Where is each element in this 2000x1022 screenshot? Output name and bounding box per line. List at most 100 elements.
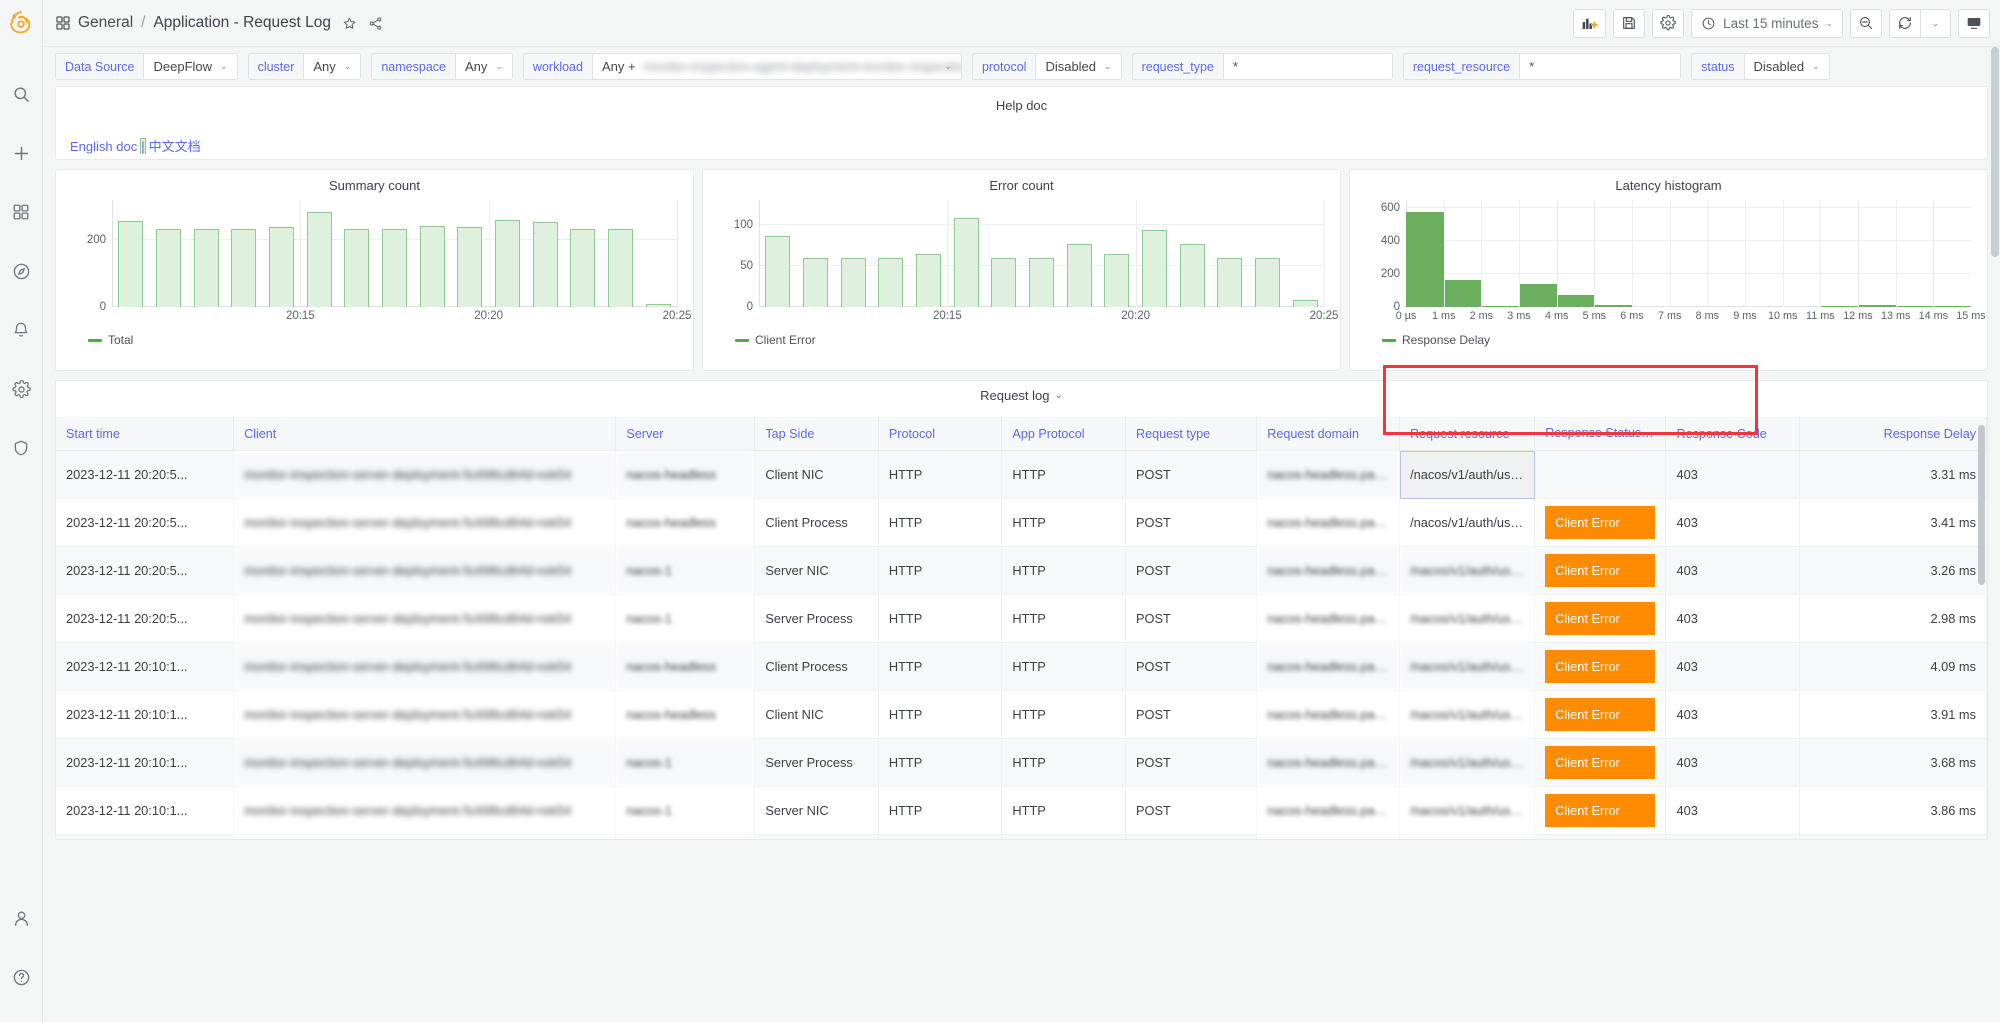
bar[interactable] [645, 304, 671, 307]
table-row[interactable]: 2023-12-11 20:10:1... monitor-inspection-… [56, 786, 1987, 835]
bar-slot[interactable] [1670, 200, 1708, 307]
cell-app_protocol[interactable]: HTTP [1001, 498, 1126, 547]
cell-response_delay[interactable]: 4.09 ms [1799, 642, 1987, 691]
bar[interactable] [1255, 257, 1280, 307]
bar-slot[interactable] [1098, 200, 1136, 307]
table-row[interactable]: 2023-12-11 20:10:1... monitor-inspection-… [56, 690, 1987, 739]
table-header-client[interactable]: Client [233, 417, 617, 451]
dashboard-settings-button[interactable] [1652, 8, 1685, 38]
table-header-response_status[interactable]: Response Status ↑ [1534, 417, 1667, 451]
bar[interactable] [1104, 254, 1130, 307]
cell-request_resource[interactable]: /nacos/v1/auth/use... [1399, 690, 1536, 739]
bar[interactable] [1895, 305, 1934, 307]
bar-slot[interactable] [1406, 200, 1444, 307]
star-icon[interactable] [342, 16, 357, 31]
status-badge[interactable]: Client Error [1545, 650, 1656, 683]
bar[interactable] [193, 229, 219, 307]
bar-slot[interactable] [187, 200, 225, 307]
table-header-start_time[interactable]: Start time [56, 417, 235, 451]
bar[interactable] [419, 225, 445, 307]
cell-client[interactable]: monitor-inspection-server-deployment-5c6… [233, 594, 617, 643]
bar[interactable] [118, 220, 144, 307]
variable-control[interactable]: Any ⌄ [303, 53, 362, 80]
alerting-icon[interactable] [4, 310, 38, 350]
bar[interactable] [570, 229, 596, 307]
cell-request_resource[interactable]: /nacos/v1/auth/use... [1399, 786, 1536, 835]
cell-response_delay[interactable]: 3.26 ms [1799, 546, 1987, 595]
bar-slot[interactable] [1820, 200, 1859, 307]
bar-slot[interactable] [263, 200, 301, 307]
bar[interactable] [1820, 305, 1859, 307]
cell-response_status[interactable]: Client Error [1534, 642, 1667, 691]
bar-slot[interactable] [1211, 200, 1249, 307]
help-icon[interactable] [4, 957, 38, 997]
cell-client[interactable]: monitor-inspection-server-deployment-5c6… [233, 690, 617, 739]
cell-app_protocol[interactable]: HTTP [1001, 834, 1126, 839]
cell-request_domain[interactable]: nacos-headless.paa... [1256, 642, 1401, 691]
cell-request_resource[interactable]: /nacos/v1/auth/users/login?username=naco… [1399, 450, 1536, 499]
english-doc-link[interactable]: English doc [70, 139, 137, 154]
bar-slot[interactable] [1173, 200, 1211, 307]
table-row[interactable]: 2023-12-11 20:20:5...monitor-inspection-… [56, 546, 1987, 595]
cell-app_protocol[interactable]: HTTP [1001, 786, 1126, 835]
variable-request-resource[interactable]: request_resource * [1402, 53, 1682, 80]
bar-slot[interactable] [1632, 200, 1670, 307]
filter-icon[interactable] [1652, 427, 1662, 441]
cell-request_domain[interactable]: nacos-headless.paa... [1256, 546, 1401, 595]
bar[interactable] [1481, 305, 1520, 307]
refresh-interval-dropdown[interactable]: ⌄ [1921, 8, 1951, 38]
dashboards-icon[interactable] [4, 192, 38, 232]
cell-request_resource[interactable]: /nacos/v1/auth/use... [1399, 738, 1536, 787]
table-vertical-scrollbar[interactable] [1975, 381, 1987, 839]
table-header-request_domain[interactable]: Request domain [1256, 417, 1401, 451]
chevron-down-icon[interactable]: ⌄ [1055, 390, 1063, 401]
bar-slot[interactable] [910, 200, 948, 307]
cell-server[interactable]: nacos-headless [615, 498, 756, 547]
cell-protocol[interactable]: HTTP [878, 450, 1003, 499]
status-badge[interactable]: Client Error [1545, 506, 1656, 539]
cell-response_delay[interactable]: 777 µs [1799, 834, 1987, 839]
cell-start_time[interactable]: 2023-12-11 20:20:5... [56, 834, 235, 839]
table-header-response_code[interactable]: Response Code [1665, 417, 1800, 451]
cell-request_domain[interactable]: nacos-headless.paa... [1256, 786, 1401, 835]
bar[interactable] [953, 218, 979, 307]
cell-request_domain[interactable]: nacos-headless.paa... [1256, 498, 1401, 547]
bar-slot[interactable] [1895, 200, 1934, 307]
bar[interactable] [1179, 243, 1205, 307]
bar-slot[interactable] [413, 200, 451, 307]
panel-title-row[interactable]: Request log ⌄ [56, 388, 1987, 403]
cell-protocol[interactable]: HTTP [878, 546, 1003, 595]
add-panel-button[interactable] [1573, 8, 1607, 38]
bar[interactable] [231, 229, 257, 307]
table-row[interactable]: 2023-12-11 20:20:5...monitor-inspection-… [56, 834, 1987, 839]
tv-mode-button[interactable] [1958, 8, 1990, 38]
cell-response_status[interactable]: Client Error [1534, 498, 1667, 547]
bar[interactable] [457, 226, 483, 307]
variable-control[interactable]: DeepFlow ⌄ [143, 53, 238, 80]
cell-client[interactable]: monitor-inspection-agent-deployment-7d4-… [233, 834, 617, 839]
bar-slot[interactable] [1556, 200, 1595, 307]
variable-control[interactable]: Any ⌄ [454, 53, 513, 80]
cell-request_domain[interactable]: nacos-headless.paa... [1256, 450, 1401, 499]
status-badge[interactable]: Client Error [1545, 746, 1656, 779]
bar-slot[interactable] [225, 200, 263, 307]
cell-response_code[interactable]: 403 [1665, 594, 1800, 643]
bar-slot[interactable] [1858, 200, 1896, 307]
table-row[interactable]: 2023-12-11 20:20:5...monitor-inspection-… [56, 450, 1987, 499]
save-dashboard-button[interactable] [1613, 8, 1646, 38]
cell-response_code[interactable]: 403 [1665, 498, 1800, 547]
bar-slot[interactable] [602, 200, 640, 307]
cell-tap_side[interactable]: Client Process [754, 834, 879, 839]
cell-response_code[interactable]: 403 [1665, 786, 1800, 835]
cell-request_type[interactable]: POST [1125, 546, 1258, 595]
zoom-out-time-range-button[interactable] [1850, 8, 1882, 38]
bar[interactable] [1556, 294, 1595, 307]
cell-app_protocol[interactable]: HTTP [1001, 546, 1126, 595]
table-header-protocol[interactable]: Protocol [878, 417, 1003, 451]
cell-tap_side[interactable]: Client Process [754, 498, 879, 547]
table-header-server[interactable]: Server [615, 417, 756, 451]
bar-slot[interactable] [526, 200, 564, 307]
bar[interactable] [878, 257, 904, 307]
cell-start_time[interactable]: 2023-12-11 20:10:1... [56, 642, 235, 691]
bar-slot[interactable] [112, 200, 150, 307]
